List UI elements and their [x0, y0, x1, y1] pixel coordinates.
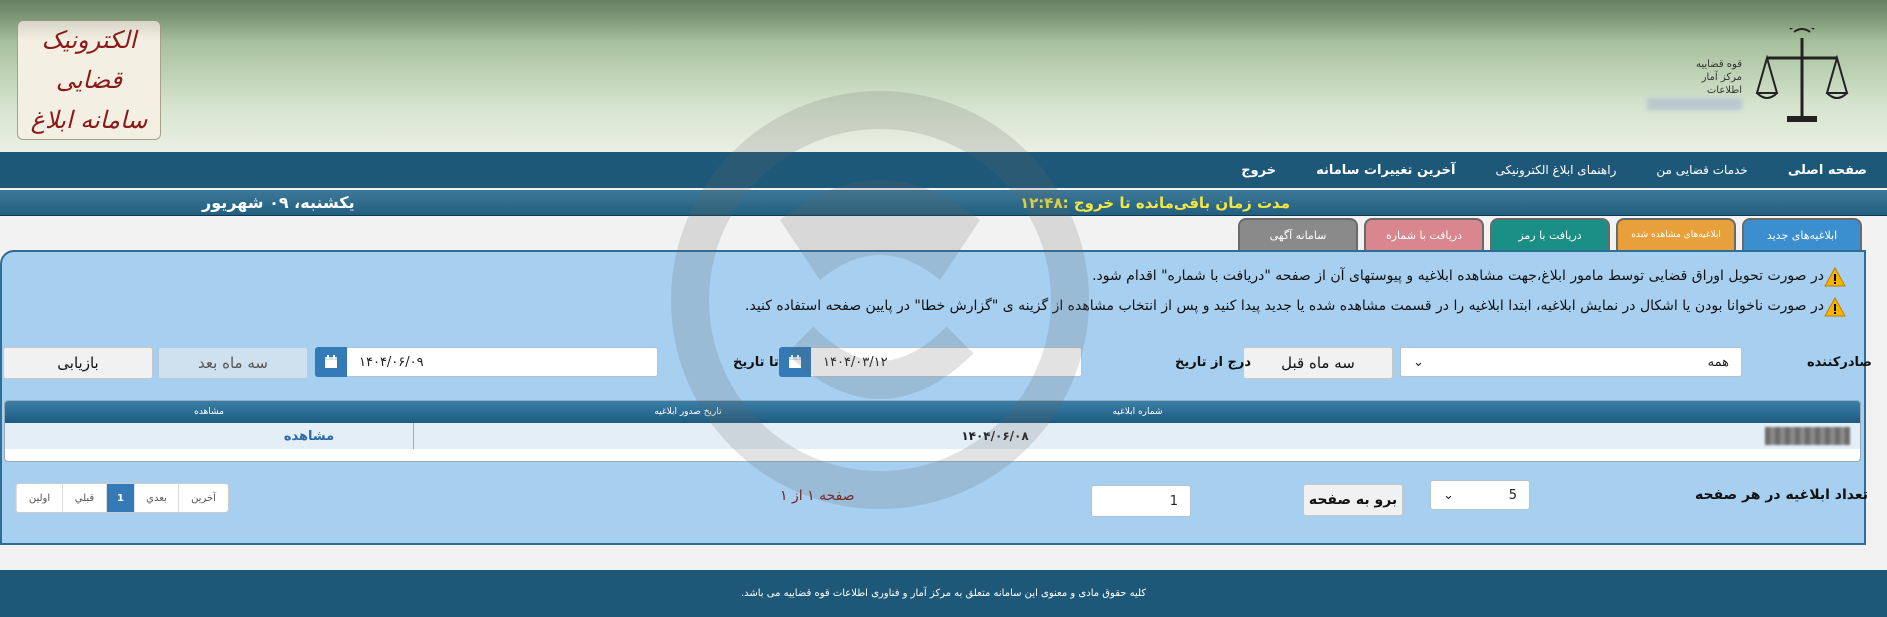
nav-my-services[interactable]: خدمات قضایی من: [1656, 163, 1747, 177]
pager-prev[interactable]: قبلي: [62, 484, 106, 512]
info-bar: یکشنبه، ۰۹ شهریور مدت زمان باقی‌مانده تا…: [0, 190, 1887, 216]
issuer-select[interactable]: ⌄ همه: [1400, 347, 1742, 377]
tab-bar: ابلاغیه‌های جدید ابلاغیه‌های مشاهده شده …: [1232, 218, 1862, 252]
column-divider: [413, 423, 414, 449]
calendar-icon[interactable]: [779, 347, 811, 377]
nav-changes[interactable]: آخرین تغییرات سامانه: [1316, 163, 1455, 178]
from-date-label: درج از تاریخ: [1175, 355, 1252, 370]
pager-next[interactable]: بعدي: [134, 484, 178, 512]
page-number-input[interactable]: 1: [1091, 485, 1191, 517]
from-date-input[interactable]: ۱۴۰۴/۰۳/۱۲: [810, 347, 1082, 377]
tab-new-notices[interactable]: ابلاغیه‌های جدید: [1742, 218, 1862, 250]
per-page-value: 5: [1508, 487, 1517, 503]
table-header: شماره ابلاغیه تاریخ صدور ابلاغیه مشاهده: [5, 401, 1860, 423]
notices-table: شماره ابلاغیه تاریخ صدور ابلاغیه مشاهده …: [4, 400, 1861, 462]
tab-receive-with-password[interactable]: دریافت با رمز: [1490, 218, 1610, 250]
warning-icon: [1824, 297, 1846, 317]
header-issue-date: تاریخ صدور ابلاغیه: [654, 407, 722, 417]
row-issue-date: ۱۴۰۴/۰۶/۰۸: [961, 429, 1029, 443]
pager-first[interactable]: اولین: [16, 484, 62, 512]
page-info: صفحه ۱ از ۱: [780, 488, 855, 504]
three-months-before-button[interactable]: سه ماه قبل: [1243, 347, 1393, 379]
search-button[interactable]: بازیابی: [3, 347, 153, 379]
org-line2: مرکز آمار: [1701, 72, 1742, 83]
logo-text-line1: الکترونیک قضایی: [41, 26, 137, 94]
copyright-text: کلیه حقوق مادی و معنوی این سامانه متعلق …: [740, 588, 1147, 599]
org-line3: اطلاعات: [1706, 85, 1742, 96]
redacted-text: [1647, 98, 1742, 110]
three-months-after-button[interactable]: سه ماه بعد: [158, 347, 308, 379]
warning-icon: [1824, 267, 1846, 287]
tab-viewed-notices[interactable]: ابلاغیه‌های مشاهده شده: [1616, 218, 1736, 250]
issuer-select-value: همه: [1707, 354, 1729, 370]
to-date-input[interactable]: ۱۴۰۴/۰۶/۰۹: [346, 347, 658, 377]
nav-home[interactable]: صفحه اصلی: [1788, 163, 1867, 178]
nav-logout[interactable]: خروج: [1241, 163, 1276, 178]
header-view: مشاهده: [194, 407, 224, 417]
logo-text-line2: سامانه ابلاغ: [30, 106, 148, 134]
chevron-down-icon: ⌄: [1413, 354, 1424, 370]
scales-of-justice-icon: [1755, 28, 1849, 122]
pager-page-1[interactable]: 1: [106, 484, 134, 512]
session-timer: مدت زمان باقی‌مانده تا خروج :۱۲:۴۸: [1020, 194, 1290, 212]
per-page-select[interactable]: ⌄ 5: [1430, 480, 1530, 510]
pager-last[interactable]: آخرين: [178, 484, 228, 512]
goto-page-button[interactable]: برو به صفحه: [1303, 484, 1403, 516]
org-name: قوه قضاییه مرکز آمار اطلاعات: [1696, 58, 1742, 97]
per-page-label: تعداد ابلاغیه در هر صفحه: [1695, 487, 1869, 503]
chevron-down-icon: ⌄: [1443, 487, 1454, 503]
redacted-notice-number: [1765, 427, 1850, 445]
notice-2: در صورت ناخوانا بودن یا اشکال در نمایش ا…: [745, 298, 1824, 314]
issuer-label: صادرکننده: [1807, 355, 1872, 370]
view-link[interactable]: مشاهده: [205, 423, 413, 449]
site-header: الکترونیک قضایی سامانه ابلاغ قوه قضاییه …: [0, 0, 1887, 152]
main-panel: در صورت تحویل اوراق قضایی توسط مامور ابل…: [0, 250, 1866, 545]
eblagh-logo: الکترونیک قضایی سامانه ابلاغ: [17, 20, 161, 140]
notice-1: در صورت تحویل اوراق قضایی توسط مامور ابل…: [1092, 268, 1824, 284]
to-date-label: تا تاریخ: [733, 355, 779, 370]
calendar-icon[interactable]: [315, 347, 347, 377]
org-line1: قوه قضاییه: [1695, 59, 1742, 70]
tab-receive-with-number[interactable]: دریافت با شماره: [1364, 218, 1484, 250]
pager: اولین قبلي 1 بعدي آخرين: [15, 483, 229, 513]
judiciary-logo: قوه قضاییه مرکز آمار اطلاعات: [1647, 28, 1862, 128]
nav-guide[interactable]: راهنمای ابلاغ الکترونیکی: [1495, 163, 1616, 177]
tab-ad-system[interactable]: سامانه آگهی: [1238, 218, 1358, 250]
main-nav: صفحه اصلی خدمات قضایی من راهنمای ابلاغ ا…: [0, 152, 1887, 188]
current-date: یکشنبه، ۰۹ شهریور: [202, 193, 355, 212]
footer: کلیه حقوق مادی و معنوی این سامانه متعلق …: [0, 570, 1887, 617]
table-row[interactable]: ۱۴۰۴/۰۶/۰۸ مشاهده: [5, 423, 1860, 449]
